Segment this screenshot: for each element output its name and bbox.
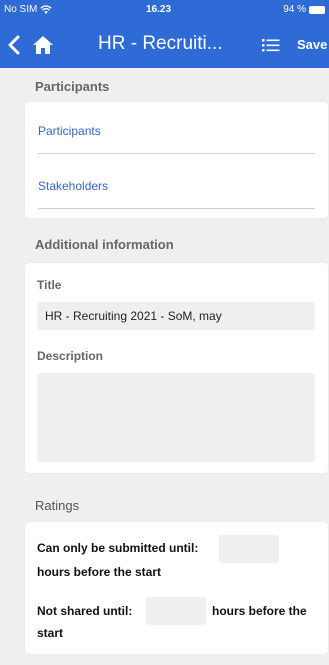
shared-until-prefix: Not shared until:: [37, 604, 133, 618]
nav-bar: HR - Recruiti... Save: [0, 28, 329, 62]
battery-icon: [309, 5, 325, 14]
status-bar: No SIM 16.23 94 %: [0, 0, 329, 22]
shared-until-suffix-start: start: [37, 626, 64, 640]
description-textarea[interactable]: [37, 373, 315, 462]
description-label: Description: [37, 349, 104, 363]
submit-until-suffix: hours before the start: [37, 565, 162, 579]
carrier-status: No SIM: [4, 4, 53, 15]
shared-until-suffix: hours before the: [212, 604, 307, 618]
submit-until-prefix: Can only be submitted until:: [37, 541, 199, 555]
carrier-label: No SIM: [4, 4, 38, 15]
ratings-section-header: Ratings: [35, 498, 80, 513]
home-icon[interactable]: [32, 34, 54, 56]
ratings-card: Can only be submitted until: hours befor…: [25, 522, 328, 654]
app-header: No SIM 16.23 94 % HR - Recruiti... Save: [0, 0, 329, 68]
additional-info-section-header: Additional information: [35, 237, 174, 252]
participants-card: Participants Stakeholders: [25, 102, 328, 218]
back-chevron-icon[interactable]: [6, 34, 24, 56]
page-title: HR - Recruiti...: [98, 33, 223, 54]
clock: 16.23: [146, 4, 172, 15]
additional-info-card: Title Description: [25, 263, 328, 473]
wifi-icon: [40, 5, 53, 14]
battery-status: 94 %: [283, 4, 325, 15]
save-button[interactable]: Save: [297, 37, 327, 52]
submit-hours-input[interactable]: [219, 535, 279, 563]
list-menu-icon[interactable]: [262, 36, 280, 54]
title-label: Title: [37, 278, 62, 292]
participants-link[interactable]: Participants: [38, 110, 315, 154]
stakeholders-link[interactable]: Stakeholders: [38, 165, 315, 209]
stakeholders-link-label: Stakeholders: [38, 179, 109, 193]
battery-percent: 94 %: [283, 4, 306, 15]
title-input[interactable]: [37, 302, 315, 330]
participants-link-label: Participants: [38, 124, 101, 138]
participants-section-header: Participants: [35, 79, 110, 94]
shared-hours-input[interactable]: [146, 597, 206, 625]
